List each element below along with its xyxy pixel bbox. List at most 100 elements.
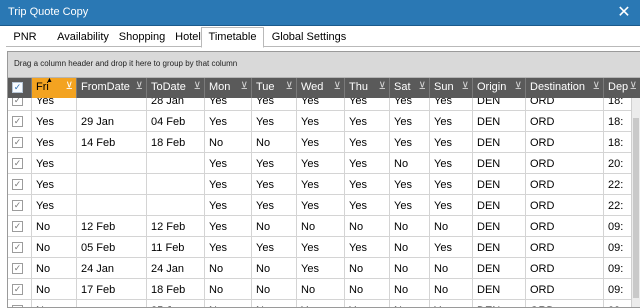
cell-fromdate — [77, 98, 147, 111]
filter-icon[interactable]: ⊻ — [334, 81, 341, 92]
filter-icon[interactable]: ⊻ — [66, 81, 73, 92]
column-header-fromdate[interactable]: FromDate ⊻ — [77, 78, 147, 98]
table-row[interactable]: ✓ No 12 Feb 12 Feb Yes No No No No No DEN ORD 09: — [8, 216, 640, 237]
sort-asc-icon: ▲ — [46, 78, 53, 84]
cell-todate — [147, 195, 205, 216]
column-header-wed[interactable]: Wed ⊻ — [297, 78, 345, 98]
cell-sat: No — [390, 300, 430, 307]
cell-fromdate: 24 Jan — [77, 258, 147, 279]
cell-sat: Yes — [390, 195, 430, 216]
column-header-dep[interactable]: Dep ⊻ — [604, 78, 640, 98]
cell-tue: Yes — [252, 237, 297, 258]
cell-fri: No — [32, 216, 77, 237]
cell-fri: Yes — [32, 195, 77, 216]
scrollbar-thumb[interactable] — [633, 118, 639, 298]
filter-icon[interactable]: ⊻ — [241, 81, 248, 92]
tab-timetable[interactable]: Timetable — [201, 27, 264, 48]
column-header-label: Origin — [477, 81, 507, 93]
close-icon[interactable]: ✕ — [614, 3, 634, 23]
tab-shopping[interactable]: Shopping — [114, 28, 170, 47]
cell-wed: Yes — [297, 153, 345, 174]
cell-fromdate: 29 Jan — [77, 111, 147, 132]
cell-wed: No — [297, 216, 345, 237]
cell-todate: 04 Feb — [147, 111, 205, 132]
tab-global-settings[interactable]: Global Settings — [269, 28, 349, 47]
cell-wed: Yes — [297, 98, 345, 111]
table-row[interactable]: ✓ Yes Yes Yes Yes Yes Yes Yes DEN ORD 22: — [8, 174, 640, 195]
table-row[interactable]: ✓ Yes Yes Yes Yes Yes No Yes DEN ORD 20: — [8, 153, 640, 174]
tab-pnr[interactable]: PNR — [12, 28, 38, 47]
cell-sun: Yes — [430, 195, 473, 216]
filter-icon[interactable]: ⊻ — [286, 81, 293, 92]
cell-thu: Yes — [345, 153, 390, 174]
cell-wed: Yes — [297, 195, 345, 216]
column-header-label: ToDate — [151, 81, 186, 93]
column-header-thu[interactable]: Thu ⊻ — [345, 78, 390, 98]
cell-thu: Yes — [345, 111, 390, 132]
cell-todate: 18 Feb — [147, 132, 205, 153]
column-header-sun[interactable]: Sun ⊻ — [430, 78, 473, 98]
cell-mon: Yes — [205, 216, 252, 237]
column-header-sat[interactable]: Sat ⊻ — [390, 78, 430, 98]
cell-tue: No — [252, 300, 297, 307]
cell-wed: Yes — [297, 174, 345, 195]
column-header-tue[interactable]: Tue ⊻ — [252, 78, 297, 98]
cell-sun: Yes — [430, 237, 473, 258]
cell-fromdate: 14 Feb — [77, 132, 147, 153]
column-header-fri[interactable]: Fri ▲ ⊻ — [32, 78, 77, 98]
window-content: PNR Availability Shopping Hotel Timetable Glo… — [0, 26, 640, 308]
cell-tue: No — [252, 216, 297, 237]
cell-sat: Yes — [390, 98, 430, 111]
table-row[interactable]: ✓ Yes 14 Feb 18 Feb No No Yes Yes Yes Yes DEN ORD 18… — [8, 132, 640, 153]
cell-fromdate: 17 Feb — [77, 279, 147, 300]
group-by-panel[interactable]: Drag a column header and drop it here to… — [8, 52, 640, 78]
checkbox-icon[interactable]: ✓ — [12, 82, 23, 93]
cell-destination: ORD — [526, 111, 604, 132]
filter-icon[interactable]: ⊻ — [593, 81, 600, 92]
column-header-mon[interactable]: Mon ⊻ — [205, 78, 252, 98]
column-header-label: Sun — [434, 81, 454, 93]
table-row[interactable]: ✓ Yes Yes Yes Yes Yes Yes Yes DEN ORD 22: — [8, 195, 640, 216]
checkbox-cell — [8, 174, 32, 195]
tab-availability[interactable]: Availability — [52, 28, 114, 47]
tab-strip: PNR Availability Shopping Hotel Timetable Glo… — [6, 26, 640, 48]
column-header-origin[interactable]: Origin ⊻ — [473, 78, 526, 98]
column-header-todate[interactable]: ToDate ⊻ — [147, 78, 205, 98]
cell-fri: No — [32, 258, 77, 279]
cell-destination: ORD — [526, 300, 604, 307]
cell-wed: Yes — [297, 132, 345, 153]
cell-thu: No — [345, 258, 390, 279]
table-row[interactable]: ✓ Yes 29 Jan 04 Feb Yes Yes Yes Yes Yes Yes DEN ORD… — [8, 111, 640, 132]
cell-sat: No — [390, 153, 430, 174]
table-row[interactable]: ✓ No 05 Feb 11 Feb Yes Yes Yes Yes No Yes DEN ORD 09… — [8, 237, 640, 258]
filter-icon[interactable]: ⊻ — [136, 81, 143, 92]
cell-fromdate — [77, 174, 147, 195]
filter-icon[interactable]: ⊻ — [419, 81, 426, 92]
column-header-label: FromDate — [81, 81, 130, 93]
cell-todate: 18 Feb — [147, 279, 205, 300]
filter-icon[interactable]: ⊻ — [379, 81, 386, 92]
select-all-checkbox[interactable]: ✓ — [8, 78, 32, 98]
cell-sun: Yes — [430, 300, 473, 307]
cell-origin: DEN — [473, 132, 526, 153]
cell-fromdate — [77, 195, 147, 216]
table-row[interactable]: ✓ No 17 Feb 18 Feb No No No No No No DEN ORD 09: — [8, 279, 640, 300]
table-row[interactable]: ✓No25 JanNoNoYesYesNoYesDENORD09: — [8, 300, 640, 307]
cell-wed: Yes — [297, 237, 345, 258]
cell-thu: Yes — [345, 195, 390, 216]
cell-mon: Yes — [205, 111, 252, 132]
filter-icon[interactable]: ⊻ — [462, 81, 469, 92]
cell-sat: Yes — [390, 111, 430, 132]
column-header-label: Mon — [209, 81, 231, 93]
table-row[interactable]: ✓ No 24 Jan 24 Jan No No Yes No No No DEN ORD 09: — [8, 258, 640, 279]
cell-sun: Yes — [430, 111, 473, 132]
vertical-scrollbar[interactable] — [631, 98, 640, 307]
table-row[interactable]: ✓ Yes 28 Jan Yes Yes Yes Yes Yes Yes DEN ORD 18: — [8, 98, 640, 111]
column-header-destination[interactable]: Destination ⊻ — [526, 78, 604, 98]
filter-icon[interactable]: ⊻ — [630, 81, 637, 92]
cell-todate — [147, 153, 205, 174]
filter-icon[interactable]: ⊻ — [515, 81, 522, 92]
cell-todate: 11 Feb — [147, 237, 205, 258]
filter-icon[interactable]: ⊻ — [194, 81, 201, 92]
cell-fri: Yes — [32, 132, 77, 153]
